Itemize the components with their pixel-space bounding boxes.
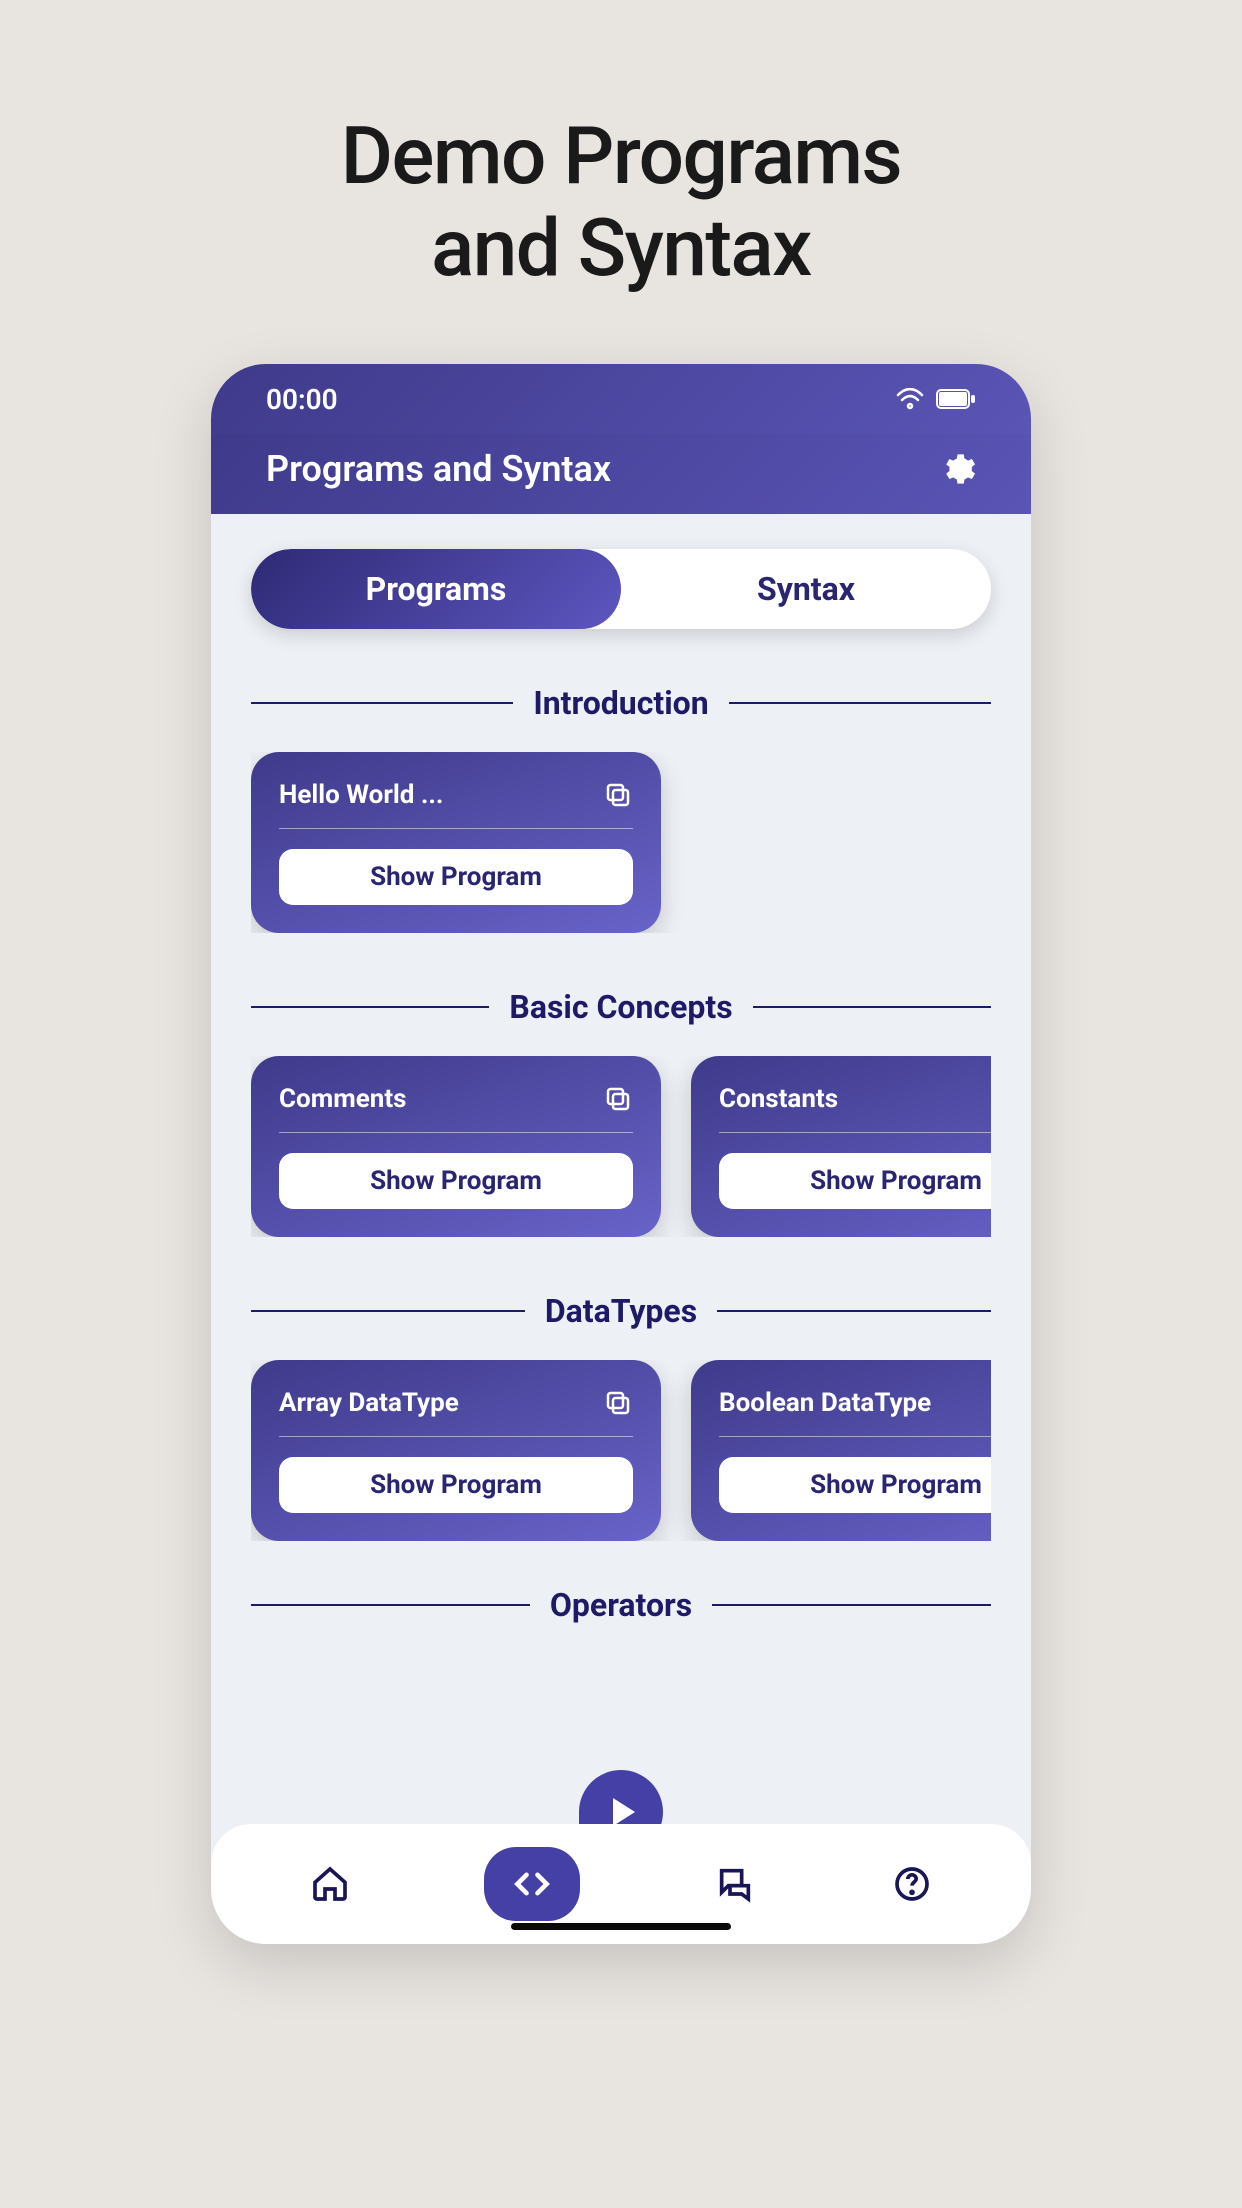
card-title: Array DataType	[279, 1388, 459, 1418]
show-program-button[interactable]: Show Program	[279, 1153, 633, 1209]
section-heading: Basic Concepts	[251, 988, 991, 1026]
section-heading: Operators	[251, 1586, 991, 1624]
nav-home[interactable]	[307, 1861, 353, 1907]
section-introduction: Introduction Hello World ... Show Progra…	[251, 684, 991, 933]
section-title: Introduction	[533, 684, 708, 722]
help-icon	[892, 1864, 932, 1904]
nav-code[interactable]	[484, 1847, 580, 1921]
section-heading: DataTypes	[251, 1292, 991, 1330]
nav-help[interactable]	[889, 1861, 935, 1907]
card-title: Comments	[279, 1084, 407, 1114]
promo-line2: and Syntax	[431, 201, 811, 295]
show-program-button[interactable]: Show Program	[279, 1457, 633, 1513]
show-program-button[interactable]: Show Program	[719, 1153, 991, 1209]
program-card: Comments Show Program	[251, 1056, 661, 1237]
section-operators: Operators	[251, 1586, 991, 1624]
bottom-nav	[211, 1824, 1031, 1944]
section-title: DataTypes	[545, 1292, 697, 1330]
nav-chat[interactable]	[712, 1861, 758, 1907]
program-card: Boolean DataType Show Program	[691, 1360, 991, 1541]
gear-icon[interactable]	[938, 450, 976, 488]
battery-icon	[936, 389, 976, 409]
home-icon	[310, 1864, 350, 1904]
section-title: Basic Concepts	[509, 988, 732, 1026]
card-title: Boolean DataType	[719, 1388, 931, 1418]
show-program-button[interactable]: Show Program	[279, 849, 633, 905]
phone-frame: 00:00 Programs and Syntax Programs Synta…	[211, 364, 1031, 1944]
status-bar: 00:00	[211, 364, 1031, 434]
card-title: Constants	[719, 1084, 838, 1114]
section-title: Operators	[550, 1586, 692, 1624]
content-scroll[interactable]: Introduction Hello World ... Show Progra…	[211, 684, 1031, 1624]
app-header: Programs and Syntax	[211, 434, 1031, 514]
page-title: Programs and Syntax	[266, 448, 611, 490]
copy-icon[interactable]	[603, 1084, 633, 1114]
wifi-icon	[896, 388, 924, 410]
chat-icon	[715, 1864, 755, 1904]
section-heading: Introduction	[251, 684, 991, 722]
code-icon	[510, 1862, 554, 1906]
tab-syntax[interactable]: Syntax	[621, 549, 991, 629]
status-icons	[896, 388, 976, 410]
tab-programs[interactable]: Programs	[251, 549, 621, 629]
status-time: 00:00	[266, 383, 338, 416]
promo-line1: Demo Programs	[341, 109, 901, 203]
home-indicator	[511, 1923, 731, 1930]
section-datatypes: DataTypes Array DataType Show Program Bo…	[251, 1292, 991, 1541]
program-card: Constants Show Program	[691, 1056, 991, 1237]
card-title: Hello World ...	[279, 780, 443, 810]
copy-icon[interactable]	[603, 780, 633, 810]
program-card: Array DataType Show Program	[251, 1360, 661, 1541]
play-icon	[613, 1798, 635, 1826]
segment-control: Programs Syntax	[251, 549, 991, 629]
show-program-button[interactable]: Show Program	[719, 1457, 991, 1513]
promo-title: Demo Programs and Syntax	[341, 110, 901, 294]
program-card: Hello World ... Show Program	[251, 752, 661, 933]
copy-icon[interactable]	[603, 1388, 633, 1418]
section-basic-concepts: Basic Concepts Comments Show Program Con…	[251, 988, 991, 1237]
